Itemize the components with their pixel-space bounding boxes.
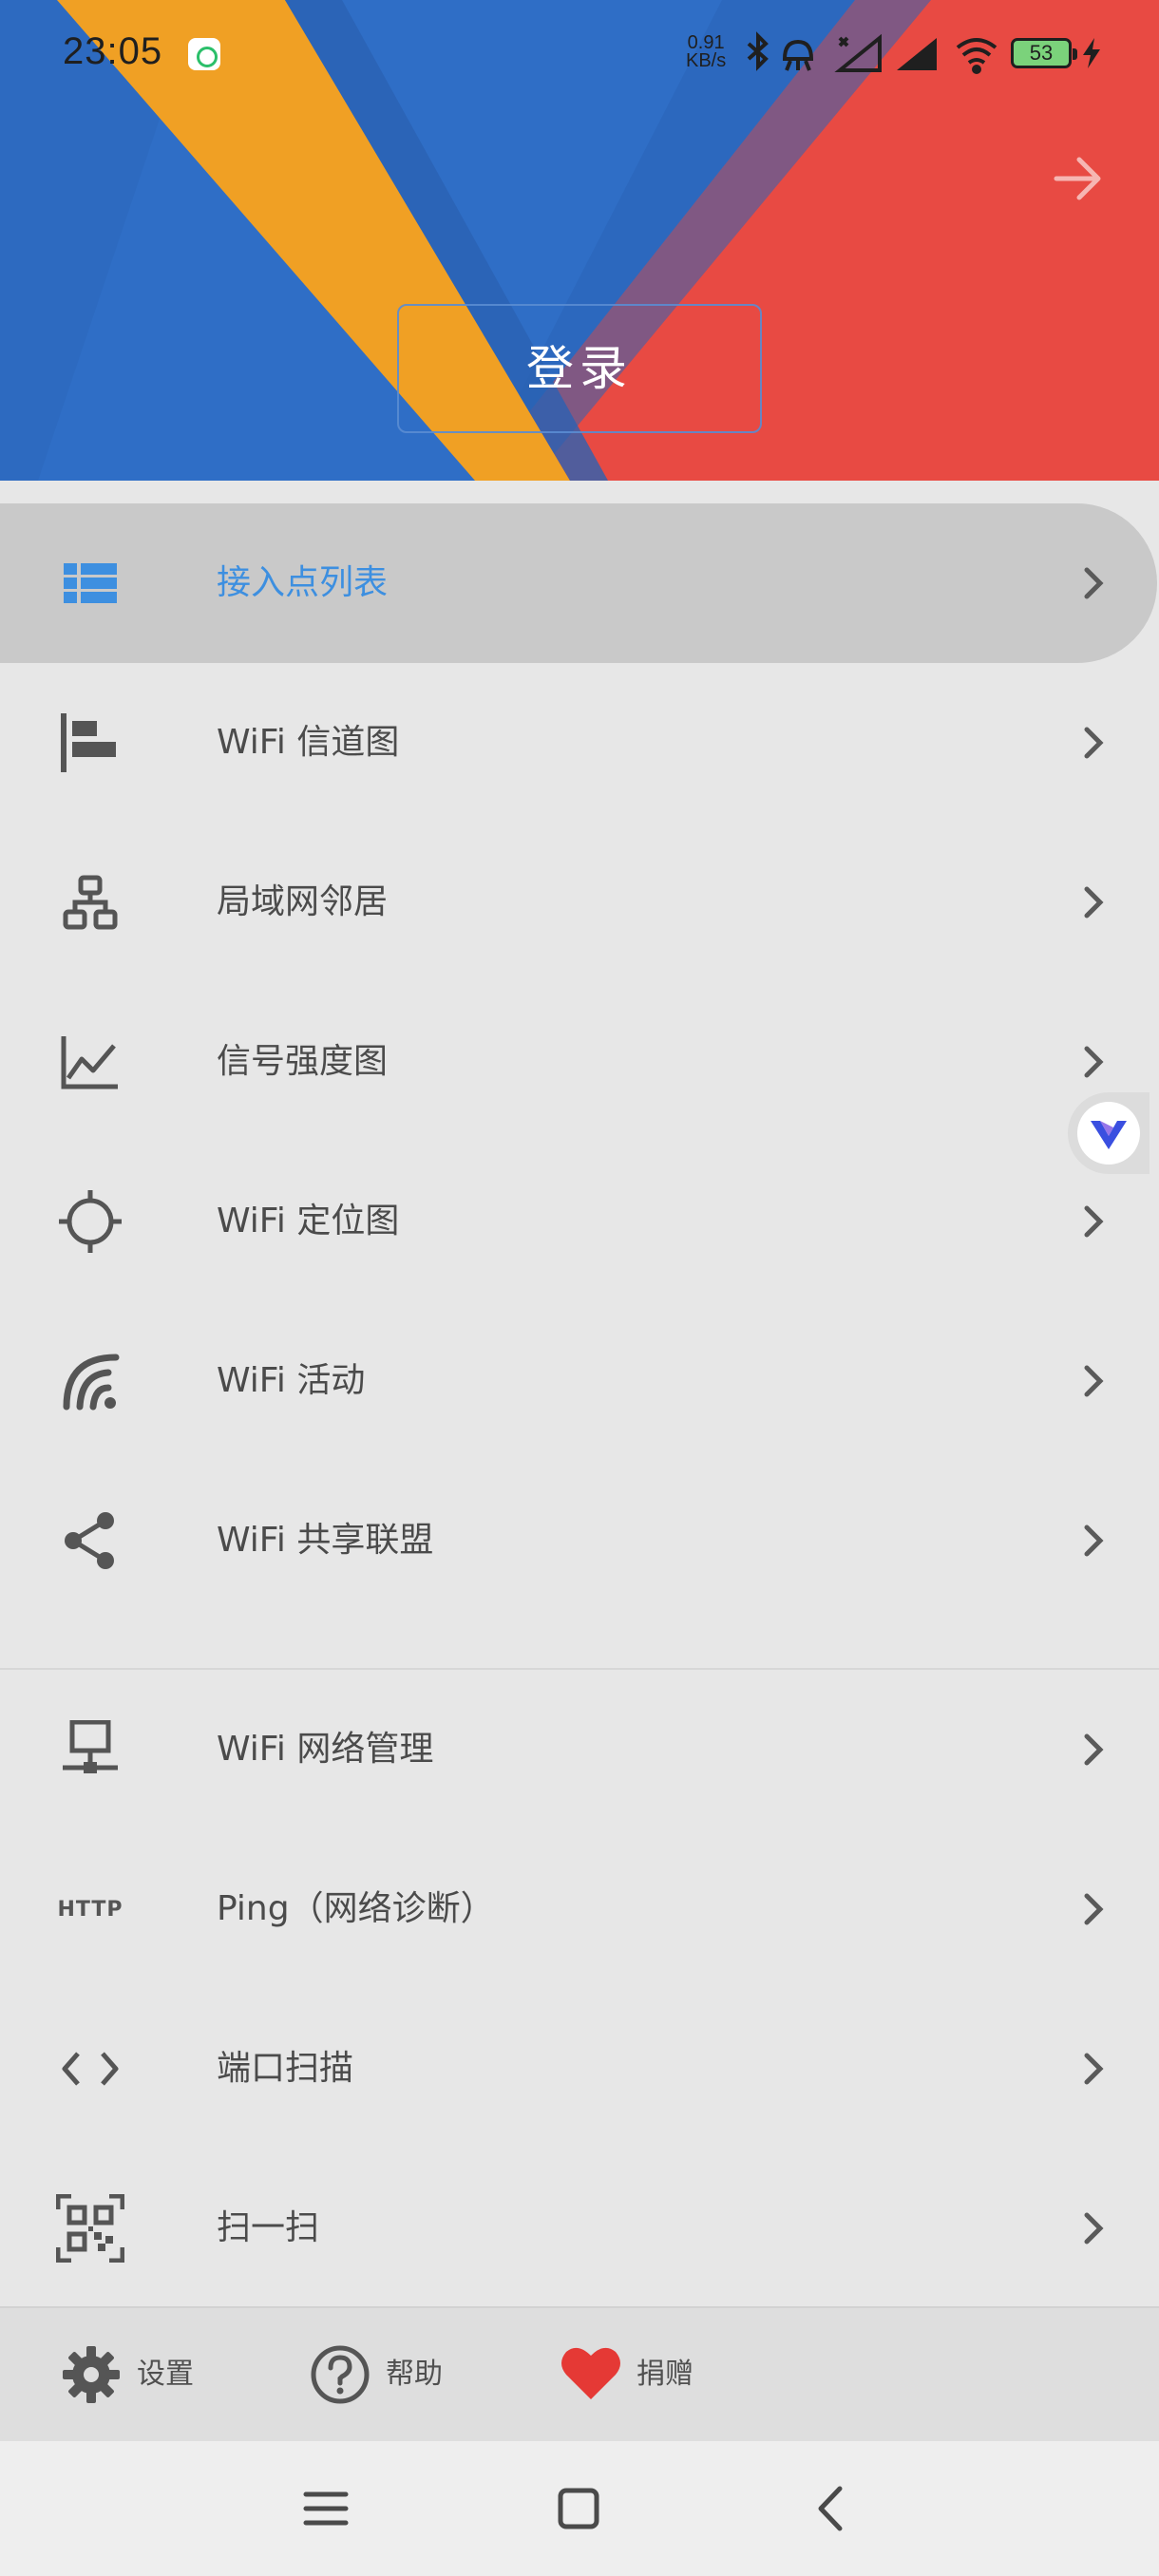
status-icons [747,31,998,74]
header-banner: 23:05 0.91 KB/s 53 登录 [0,0,1159,481]
menu-item-port-scan[interactable]: 端口扫描 [0,1989,1159,2149]
help-button[interactable]: 帮助 [310,2340,462,2409]
menu-item-label: WiFi 网络管理 [217,1730,434,1769]
menu-item-label: 端口扫描 [217,2049,354,2088]
floating-assistant-button[interactable] [1068,1092,1150,1174]
http-icon-text: HTTP [57,1897,124,1922]
chevron-right-icon [1084,1733,1104,1766]
line-chart-icon [55,1032,125,1092]
donate-button[interactable]: 捐赠 [560,2340,712,2409]
network-speed-unit: KB/s [686,50,727,71]
menu-item-wifi-network-management[interactable]: WiFi 网络管理 [0,1670,1159,1829]
bottom-toolbar: 设置 帮助 捐赠 [0,2306,1159,2441]
list-icon [55,553,125,614]
menu-item-label: 信号强度图 [217,1042,389,1081]
arrow-forward-icon[interactable] [1051,152,1108,205]
menu-item-scan[interactable]: 扫一扫 [0,2149,1159,2308]
menu-item-label: 局域网邻居 [217,882,389,921]
monitor-network-icon [55,1719,125,1780]
alarm-icon [782,39,814,71]
status-bar: 23:05 0.91 KB/s 53 [0,0,1159,104]
wifi-signal-icon [55,1351,125,1411]
chevron-right-icon [1084,1893,1104,1925]
menu-item-ping[interactable]: HTTP Ping（网络诊断） [0,1829,1159,1989]
chevron-right-icon [1084,1046,1104,1078]
status-time: 23:05 [63,30,163,72]
channel-chart-icon [55,712,125,773]
system-navigation-bar [0,2441,1159,2576]
heart-icon [561,2347,620,2399]
settings-label: 设置 [137,2358,194,2391]
menu-item-signal-strength-chart[interactable]: 信号强度图 [0,982,1159,1142]
menu-item-wifi-location-map[interactable]: WiFi 定位图 [0,1142,1159,1301]
menu-item-label: 接入点列表 [217,563,389,602]
main-menu: 接入点列表 WiFi 信道图 局域网邻居 信号强度图 WiFi 定位图 WiFi… [0,503,1159,2308]
menu-item-wifi-channel-chart[interactable]: WiFi 信道图 [0,663,1159,823]
http-icon: HTTP [55,1879,125,1940]
menu-item-label: WiFi 信道图 [217,723,400,762]
chevron-right-icon [1084,727,1104,759]
chevron-right-icon [1084,2212,1104,2245]
chevron-right-icon [1084,1205,1104,1238]
signal-icon [897,38,937,70]
network-speed: 0.91 KB/s [686,33,727,71]
menu-item-label: WiFi 定位图 [217,1202,400,1241]
menu-item-label: WiFi 活动 [217,1361,366,1400]
login-button[interactable]: 登录 [397,304,762,433]
qr-scan-icon [55,2194,125,2263]
home-icon[interactable] [545,2475,612,2542]
battery-icon: 53 [1011,38,1077,68]
chevron-right-icon [1084,567,1104,599]
menu-item-label: 扫一扫 [217,2208,320,2247]
help-label: 帮助 [386,2358,443,2391]
menu-item-wifi-activity[interactable]: WiFi 活动 [0,1301,1159,1461]
wifi-icon [956,38,998,74]
menu-icon[interactable] [293,2475,359,2542]
v-logo-icon [1077,1102,1140,1165]
menu-item-label: Ping（网络诊断） [217,1889,495,1928]
chevron-right-icon [1084,2053,1104,2085]
signal-icon [834,33,882,72]
network-topology-icon [55,872,125,933]
chevron-right-icon [1084,1525,1104,1557]
donate-label: 捐赠 [636,2358,694,2391]
crosshair-icon [55,1190,125,1253]
menu-item-access-point-list[interactable]: 接入点列表 [0,503,1157,663]
bluetooth-icon [747,31,769,71]
charging-icon [1083,38,1100,68]
chevron-right-icon [1084,886,1104,919]
menu-item-label: WiFi 共享联盟 [217,1521,434,1560]
menu-item-wifi-sharing-alliance[interactable]: WiFi 共享联盟 [0,1461,1159,1620]
settings-button[interactable]: 设置 [61,2340,213,2409]
code-icon [55,2038,125,2099]
app-notification-icon [188,38,220,70]
chevron-right-icon [1084,1365,1104,1397]
share-icon [55,1510,125,1571]
menu-item-lan-neighbors[interactable]: 局域网邻居 [0,823,1159,982]
help-icon [311,2345,370,2404]
back-icon[interactable] [798,2475,864,2542]
gear-icon [63,2346,120,2403]
